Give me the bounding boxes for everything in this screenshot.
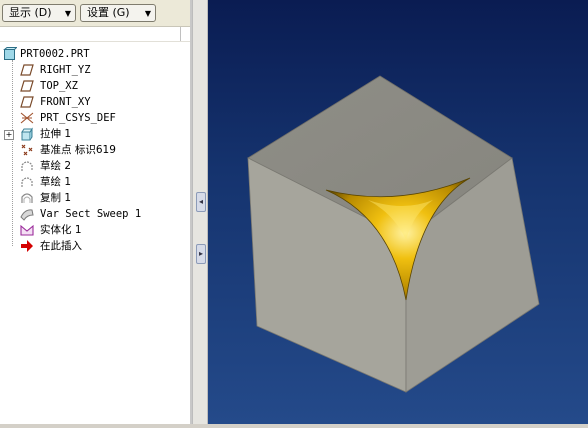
part-icon bbox=[3, 47, 17, 60]
dropdown-arrow-icon: ▼ bbox=[144, 9, 151, 18]
datum-plane-icon bbox=[20, 80, 34, 92]
model-tree-toolbar: 显示 (D) ▼ 设置 (G) ▼ bbox=[0, 0, 192, 27]
settings-menu-button[interactable]: 设置 (G) ▼ bbox=[80, 4, 156, 22]
tree-item-label: PRT_CSYS_DEF bbox=[40, 112, 116, 124]
model-render bbox=[247, 75, 540, 393]
extrude-icon bbox=[21, 127, 33, 141]
tree-item-label: FRONT_XY bbox=[40, 96, 91, 108]
tree-item-label: TOP_XZ bbox=[40, 80, 78, 92]
tree-item-var-sect-sweep[interactable]: Var Sect Sweep 1 bbox=[0, 206, 190, 222]
tree-item-insert-here[interactable]: 在此插入 bbox=[0, 238, 190, 254]
tree-item-front-plane[interactable]: FRONT_XY bbox=[0, 94, 190, 110]
tree-item-solidify[interactable]: 实体化 1 bbox=[0, 222, 190, 238]
insert-here-arrow-icon bbox=[21, 240, 33, 252]
sketch-icon bbox=[21, 161, 33, 171]
column-separator[interactable] bbox=[180, 27, 181, 41]
dropdown-arrow-icon: ▼ bbox=[64, 9, 71, 18]
datum-plane-icon bbox=[20, 64, 34, 76]
tree-column-header bbox=[0, 27, 192, 42]
settings-menu-label: 设置 (G) bbox=[87, 6, 130, 19]
tree-item-label: 在此插入 bbox=[40, 240, 82, 252]
expand-node-icon[interactable]: + bbox=[4, 130, 14, 140]
tree-item-label: 拉伸 1 bbox=[40, 128, 72, 140]
coordinate-system-icon bbox=[20, 112, 34, 124]
solidify-icon bbox=[20, 224, 34, 236]
tree-item-top-plane[interactable]: TOP_XZ bbox=[0, 78, 190, 94]
expand-right-icon[interactable]: ▸ bbox=[196, 244, 206, 264]
tree-item-sketch-2[interactable]: 草绘 2 bbox=[0, 158, 190, 174]
tree-item-copy-1[interactable]: 复制 1 bbox=[0, 190, 190, 206]
graphics-viewport[interactable] bbox=[208, 0, 588, 424]
sketch-icon bbox=[21, 177, 33, 187]
tree-item-label: 基准点 标识619 bbox=[40, 144, 116, 156]
tree-item-label: Var Sect Sweep 1 bbox=[40, 208, 142, 220]
tree-item-label: 草绘 1 bbox=[40, 176, 72, 188]
sweep-icon bbox=[20, 209, 34, 221]
tree-item-label: 实体化 1 bbox=[40, 224, 82, 236]
tree-item-label: 草绘 2 bbox=[40, 160, 72, 172]
tree-item-csys[interactable]: PRT_CSYS_DEF bbox=[0, 110, 190, 126]
tree-item-extrude[interactable]: + 拉伸 1 bbox=[0, 126, 190, 142]
tree-item-root-part[interactable]: PRT0002.PRT bbox=[0, 46, 190, 62]
panel-splitter[interactable]: ◂ ▸ bbox=[192, 0, 208, 424]
datum-point-icon bbox=[21, 144, 33, 156]
model-tree-panel: 显示 (D) ▼ 设置 (G) ▼ PRT0002.PRT RIGHT_YZ T… bbox=[0, 0, 192, 424]
datum-plane-icon bbox=[20, 96, 34, 108]
tree-item-right-plane[interactable]: RIGHT_YZ bbox=[0, 62, 190, 78]
tree-item-label: RIGHT_YZ bbox=[40, 64, 91, 76]
display-menu-label: 显示 (D) bbox=[9, 6, 52, 19]
copy-icon bbox=[21, 193, 33, 203]
tree-item-datum-point[interactable]: 基准点 标识619 bbox=[0, 142, 190, 158]
tree-item-sketch-1[interactable]: 草绘 1 bbox=[0, 174, 190, 190]
display-menu-button[interactable]: 显示 (D) ▼ bbox=[2, 4, 76, 22]
collapse-left-icon[interactable]: ◂ bbox=[196, 192, 206, 212]
tree-item-label: 复制 1 bbox=[40, 192, 72, 204]
tree-item-label: PRT0002.PRT bbox=[20, 48, 90, 60]
